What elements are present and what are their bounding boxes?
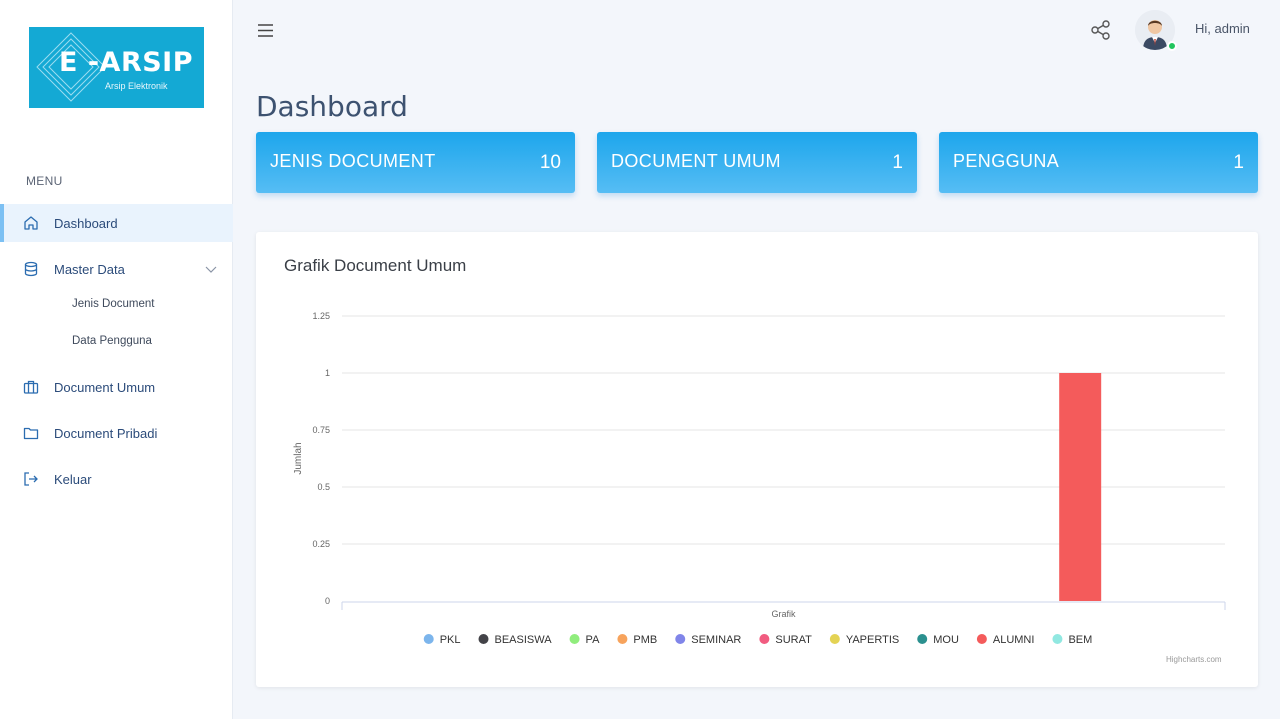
sidebar-item-dashboard[interactable]: Dashboard xyxy=(0,204,233,242)
sidebar-item-label: Master Data xyxy=(54,261,125,277)
y-tick-label: 1.25 xyxy=(312,311,330,321)
y-tick-label: 0.75 xyxy=(312,425,330,435)
legend-item: ALUMNI xyxy=(993,634,1035,646)
logo-tagline: Arsip Elektronik xyxy=(105,81,168,91)
legend-marker xyxy=(423,634,434,644)
y-tick-label: 0.25 xyxy=(312,539,330,549)
legend-item: PA xyxy=(586,634,601,646)
online-status-indicator xyxy=(1167,41,1177,51)
y-tick-label: 0.5 xyxy=(317,482,330,492)
x-tick-label: Grafik xyxy=(771,609,796,619)
legend-marker xyxy=(478,634,489,644)
y-axis-title: Jumlah xyxy=(293,442,304,474)
legend-marker xyxy=(829,634,840,644)
menu-title: MENU xyxy=(26,174,63,188)
legend-marker xyxy=(617,634,628,644)
sidebar-item-label: Document Pribadi xyxy=(54,425,158,441)
stat-card-count: 1 xyxy=(1233,152,1244,173)
y-tick-label: 0 xyxy=(325,596,330,606)
stat-card-count: 1 xyxy=(892,152,903,173)
sidebar-subitem-data-pengguna[interactable]: Data Pengguna xyxy=(72,335,152,347)
stat-card-title: DOCUMENT UMUM xyxy=(611,151,781,171)
logo-text: E -ARSIP xyxy=(59,47,194,78)
legend-item: SEMINAR xyxy=(691,634,741,646)
sidebar-item-document-pribadi[interactable]: Document Pribadi xyxy=(0,414,233,452)
legend-item: YAPERTIS xyxy=(846,634,899,646)
legend-item: BEM xyxy=(1068,634,1092,646)
sidebar-item-label: Document Umum xyxy=(54,379,156,395)
chevron-down-icon xyxy=(205,266,217,273)
home-icon xyxy=(24,216,38,230)
legend-item: BEASISWA xyxy=(495,634,553,646)
legend-item: SURAT xyxy=(775,634,812,646)
sidebar-subitem-jenis-document[interactable]: Jenis Document xyxy=(72,298,154,310)
hamburger-menu-icon[interactable] xyxy=(257,23,274,38)
stat-card-document-umum[interactable]: DOCUMENT UMUM 1 xyxy=(597,132,917,193)
page-title: Dashboard xyxy=(256,90,408,123)
bar-chart: 0 0.25 0.5 0.75 1 1.25 Grafik Jumlah PKL BEASISWA… xyxy=(293,311,1226,646)
stat-card-count: 10 xyxy=(539,152,561,173)
legend-marker xyxy=(917,634,928,644)
legend-item: PKL xyxy=(440,634,461,646)
legend-item: PMB xyxy=(633,634,657,646)
y-tick-label: 1 xyxy=(325,368,330,378)
user-greeting[interactable]: Hi, admin xyxy=(1195,21,1250,36)
legend-marker xyxy=(976,634,987,644)
chart-credit[interactable]: Highcharts.com xyxy=(1166,655,1222,664)
stat-card-jenis-document[interactable]: JENIS DOCUMENT 10 xyxy=(256,132,575,193)
sidebar: E -ARSIP Arsip Elektronik MENU Dashboard… xyxy=(0,0,233,719)
legend-marker xyxy=(569,634,580,644)
chart-panel: Grafik Document Umum 0 0.25 0.5 0.75 1 1.25 Gr… xyxy=(256,232,1258,687)
legend-marker xyxy=(675,634,686,644)
stat-card-title: PENGGUNA xyxy=(953,151,1060,171)
folder-icon xyxy=(23,427,39,440)
share-icon[interactable] xyxy=(1090,19,1112,41)
stat-card-title: JENIS DOCUMENT xyxy=(270,151,436,171)
legend-item: MOU xyxy=(933,634,959,646)
logout-icon xyxy=(24,472,38,486)
stat-card-pengguna[interactable]: PENGGUNA 1 xyxy=(939,132,1258,193)
briefcase-icon xyxy=(23,380,39,394)
sidebar-item-document-umum[interactable]: Document Umum xyxy=(0,368,233,406)
legend-marker xyxy=(759,634,770,644)
bar-alumni xyxy=(1059,373,1102,601)
sidebar-item-master-data[interactable]: Master Data xyxy=(0,250,233,288)
legend-marker xyxy=(1052,634,1063,644)
sidebar-item-label: Keluar xyxy=(54,471,92,487)
sidebar-item-keluar[interactable]: Keluar xyxy=(0,460,233,498)
database-icon xyxy=(24,261,38,277)
app-logo[interactable]: E -ARSIP Arsip Elektronik xyxy=(29,27,204,108)
sidebar-item-label: Dashboard xyxy=(54,215,118,231)
